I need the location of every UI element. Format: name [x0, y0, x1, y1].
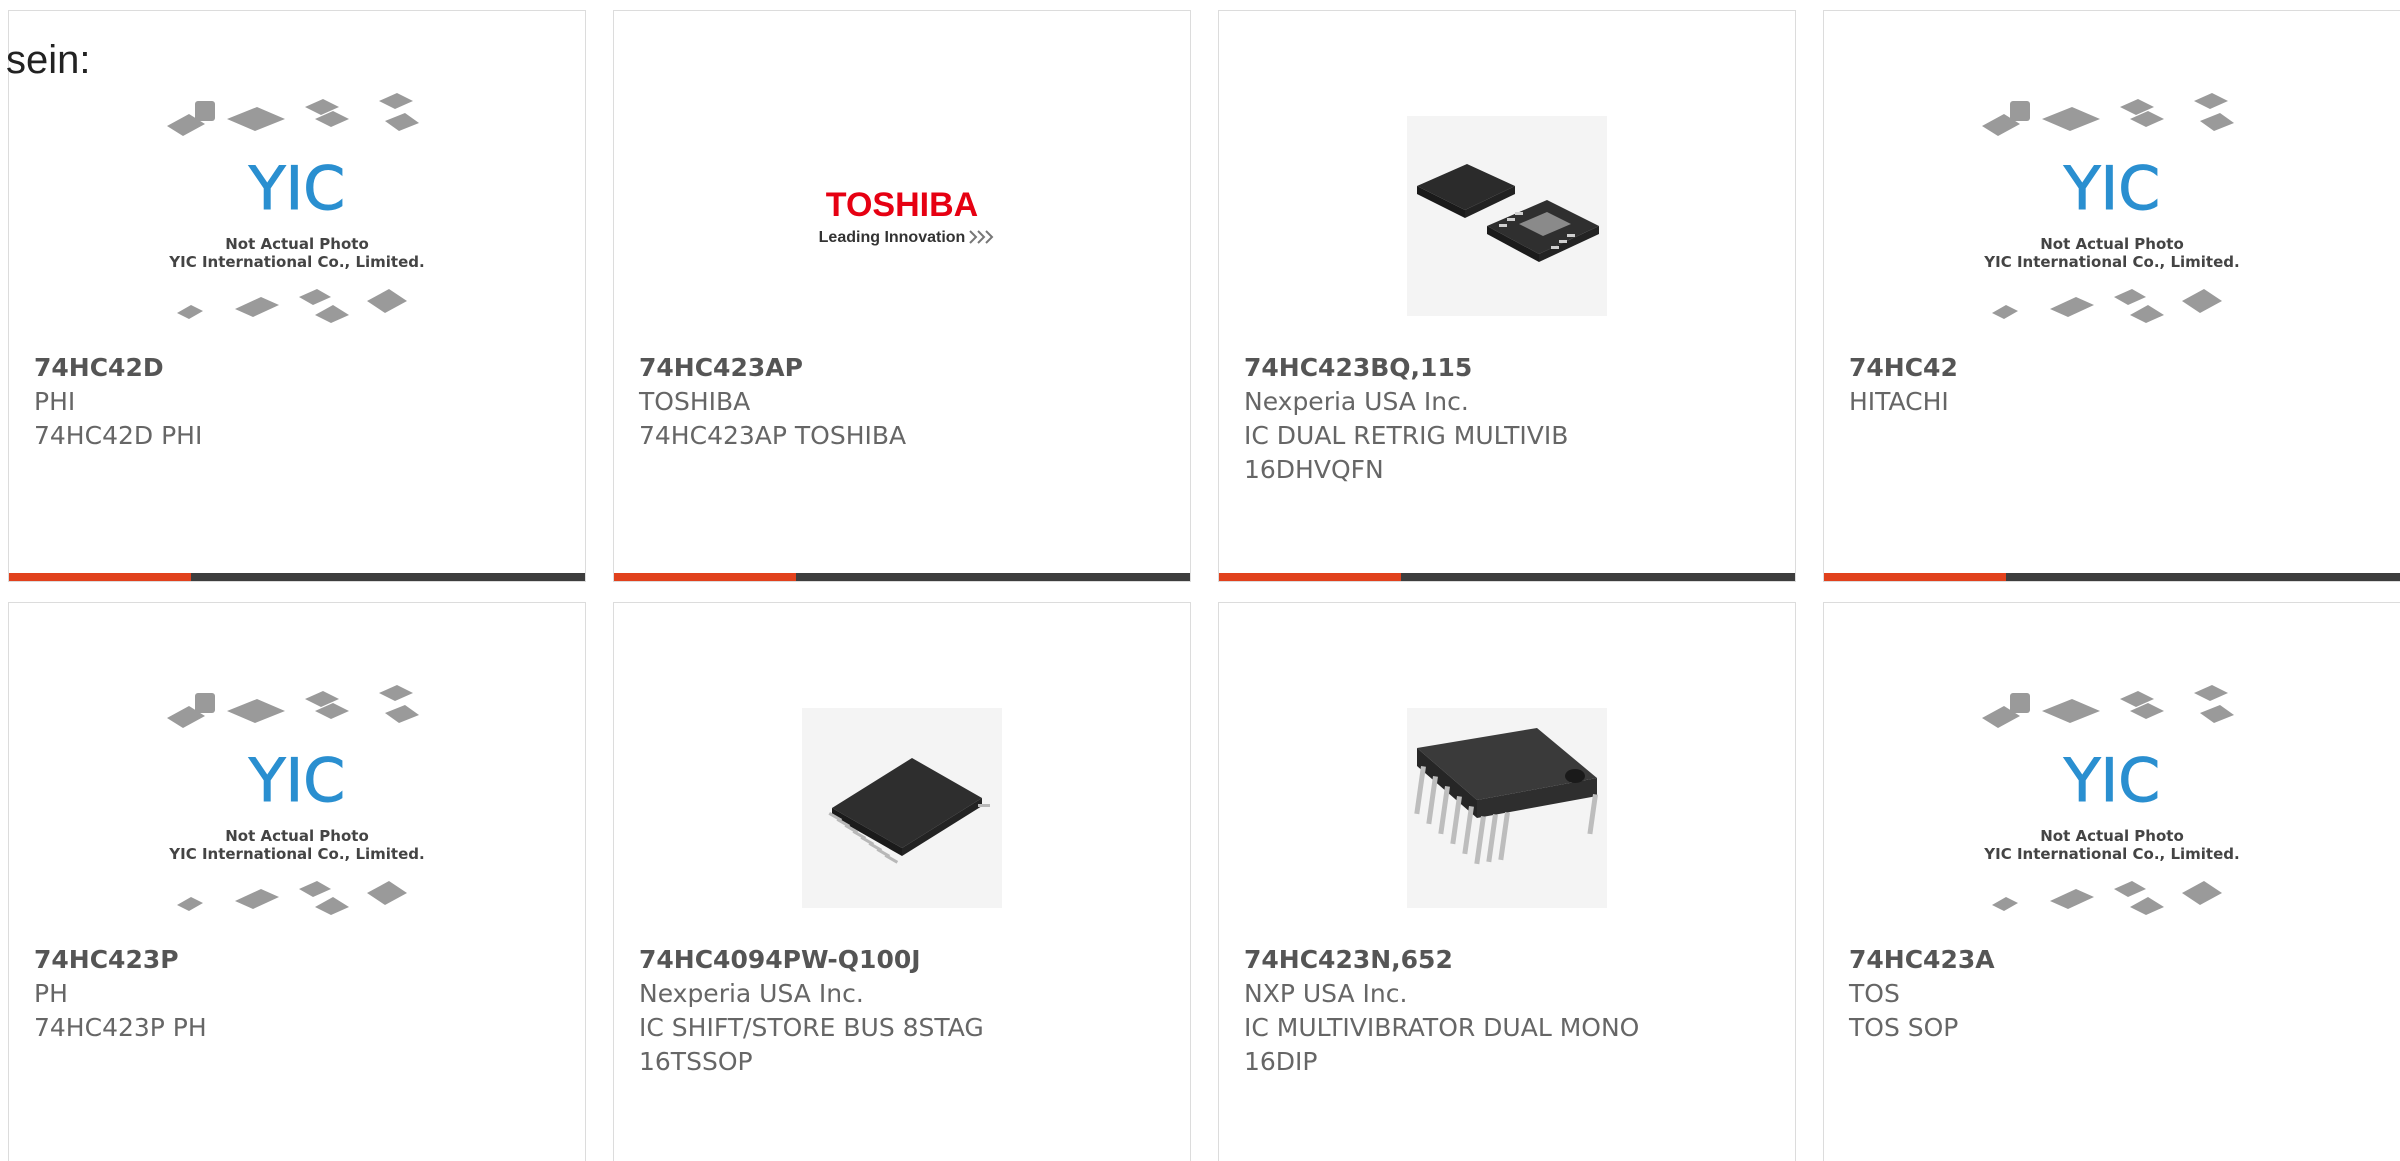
product-card[interactable]: YIC Not Actual Photo YIC International C… — [1823, 602, 2400, 1161]
product-info: 74HC423BQ,115 Nexperia USA Inc. IC DUAL … — [1244, 351, 1775, 487]
card-accent — [1824, 573, 2006, 581]
product-image[interactable]: YIC Not Actual Photo YIC International C… — [1824, 81, 2400, 351]
svg-text:YIC: YIC — [248, 746, 345, 816]
product-info: 74HC423AP TOSHIBA 74HC423AP TOSHIBA — [639, 351, 1170, 453]
product-info: 74HC42D PHI 74HC42D PHI — [34, 351, 565, 453]
product-info: 74HC423P PH 74HC423P PH — [34, 943, 565, 1045]
svg-text:YIC: YIC — [2063, 746, 2160, 816]
product-info: 74HC4094PW-Q100J Nexperia USA Inc. IC SH… — [639, 943, 1170, 1079]
placeholder-line1: Not Actual Photo — [2040, 235, 2184, 253]
manufacturer: HITACHI — [1849, 387, 1949, 416]
chevron-icon — [969, 230, 994, 244]
svg-text:YIC: YIC — [248, 154, 345, 224]
card-accent — [614, 573, 796, 581]
card-accent — [9, 573, 191, 581]
product-card[interactable]: YIC Not Actual Photo YIC International C… — [8, 10, 586, 582]
manufacturer: TOS — [1849, 979, 1900, 1008]
description: 74HC423P PH — [34, 1013, 207, 1042]
tssop-chip-image — [802, 708, 1002, 908]
yic-placeholder-image: YIC Not Actual Photo YIC International C… — [1982, 685, 2240, 915]
part-number-link[interactable]: 74HC423P — [34, 943, 565, 977]
yic-placeholder-image: YIC Not Actual Photo YIC International C… — [167, 93, 425, 323]
yic-placeholder-image: YIC Not Actual Photo YIC International C… — [167, 685, 425, 915]
product-card[interactable]: 74HC423N,652 NXP USA Inc. IC MULTIVIBRAT… — [1218, 602, 1796, 1161]
toshiba-brand-text: TOSHIBA — [826, 186, 978, 224]
toshiba-tagline-text: Leading Innovation — [819, 229, 966, 246]
product-card[interactable]: TOSHIBA Leading Innovation 74HC423AP TOS… — [613, 10, 1191, 582]
product-card[interactable]: YIC Not Actual Photo YIC International C… — [8, 602, 586, 1161]
part-number-link[interactable]: 74HC423A — [1849, 943, 2380, 977]
product-info: 74HC42 HITACHI — [1849, 351, 2380, 419]
description-2: 16TSSOP — [639, 1047, 753, 1076]
product-image[interactable]: YIC Not Actual Photo YIC International C… — [9, 673, 585, 943]
placeholder-line1: Not Actual Photo — [2040, 827, 2184, 845]
placeholder-line2: YIC International Co., Limited. — [1983, 253, 2239, 271]
yic-placeholder-image: YIC Not Actual Photo YIC International C… — [1982, 93, 2240, 323]
manufacturer: Nexperia USA Inc. — [639, 979, 864, 1008]
placeholder-line1: Not Actual Photo — [225, 235, 369, 253]
description: IC SHIFT/STORE BUS 8STAG — [639, 1013, 984, 1042]
card-accent — [1219, 573, 1401, 581]
product-image[interactable]: YIC Not Actual Photo YIC International C… — [1824, 673, 2400, 943]
description: IC DUAL RETRIG MULTIVIB — [1244, 421, 1569, 450]
description: IC MULTIVIBRATOR DUAL MONO — [1244, 1013, 1640, 1042]
part-number-link[interactable]: 74HC423BQ,115 — [1244, 351, 1775, 385]
card-bottom-bar — [1219, 573, 1795, 581]
placeholder-line2: YIC International Co., Limited. — [168, 253, 424, 271]
dip-chip-image — [1407, 708, 1607, 908]
product-card[interactable]: 74HC423BQ,115 Nexperia USA Inc. IC DUAL … — [1218, 10, 1796, 582]
card-bottom-bar — [1824, 573, 2400, 581]
manufacturer: PH — [34, 979, 68, 1008]
description-2: 16DIP — [1244, 1047, 1318, 1076]
description-2: 16DHVQFN — [1244, 455, 1384, 484]
manufacturer: TOSHIBA — [639, 387, 751, 416]
product-image[interactable] — [614, 673, 1190, 943]
product-info: 74HC423N,652 NXP USA Inc. IC MULTIVIBRAT… — [1244, 943, 1775, 1079]
product-image[interactable] — [1219, 673, 1795, 943]
toshiba-logo: TOSHIBA Leading Innovation — [819, 186, 994, 246]
product-card[interactable]: 74HC4094PW-Q100J Nexperia USA Inc. IC SH… — [613, 602, 1191, 1161]
part-number-link[interactable]: 74HC42 — [1849, 351, 2380, 385]
description: 74HC42D PHI — [34, 421, 203, 450]
product-image[interactable] — [1219, 81, 1795, 351]
product-image[interactable]: TOSHIBA Leading Innovation — [614, 81, 1190, 351]
part-number-link[interactable]: 74HC4094PW-Q100J — [639, 943, 1170, 977]
manufacturer: Nexperia USA Inc. — [1244, 387, 1469, 416]
svg-text:YIC: YIC — [2063, 154, 2160, 224]
card-bottom-bar — [9, 573, 585, 581]
part-number-link[interactable]: 74HC423N,652 — [1244, 943, 1775, 977]
product-info: 74HC423A TOS TOS SOP — [1849, 943, 2380, 1045]
part-number-link[interactable]: 74HC42D — [34, 351, 565, 385]
placeholder-line2: YIC International Co., Limited. — [168, 845, 424, 863]
product-card[interactable]: YIC Not Actual Photo YIC International C… — [1823, 10, 2400, 582]
manufacturer: PHI — [34, 387, 76, 416]
page: sein: YIC Not Actual Photo YIC Internati… — [0, 0, 2400, 1161]
qfn-chip-image — [1407, 116, 1607, 316]
placeholder-line2: YIC International Co., Limited. — [1983, 845, 2239, 863]
manufacturer: NXP USA Inc. — [1244, 979, 1408, 1008]
part-number-link[interactable]: 74HC423AP — [639, 351, 1170, 385]
placeholder-line1: Not Actual Photo — [225, 827, 369, 845]
description: TOS SOP — [1849, 1013, 1959, 1042]
product-image[interactable]: YIC Not Actual Photo YIC International C… — [9, 81, 585, 351]
intro-text: sein: — [6, 38, 91, 82]
product-grid: YIC Not Actual Photo YIC International C… — [8, 10, 2400, 1161]
card-bottom-bar — [614, 573, 1190, 581]
description: 74HC423AP TOSHIBA — [639, 421, 907, 450]
